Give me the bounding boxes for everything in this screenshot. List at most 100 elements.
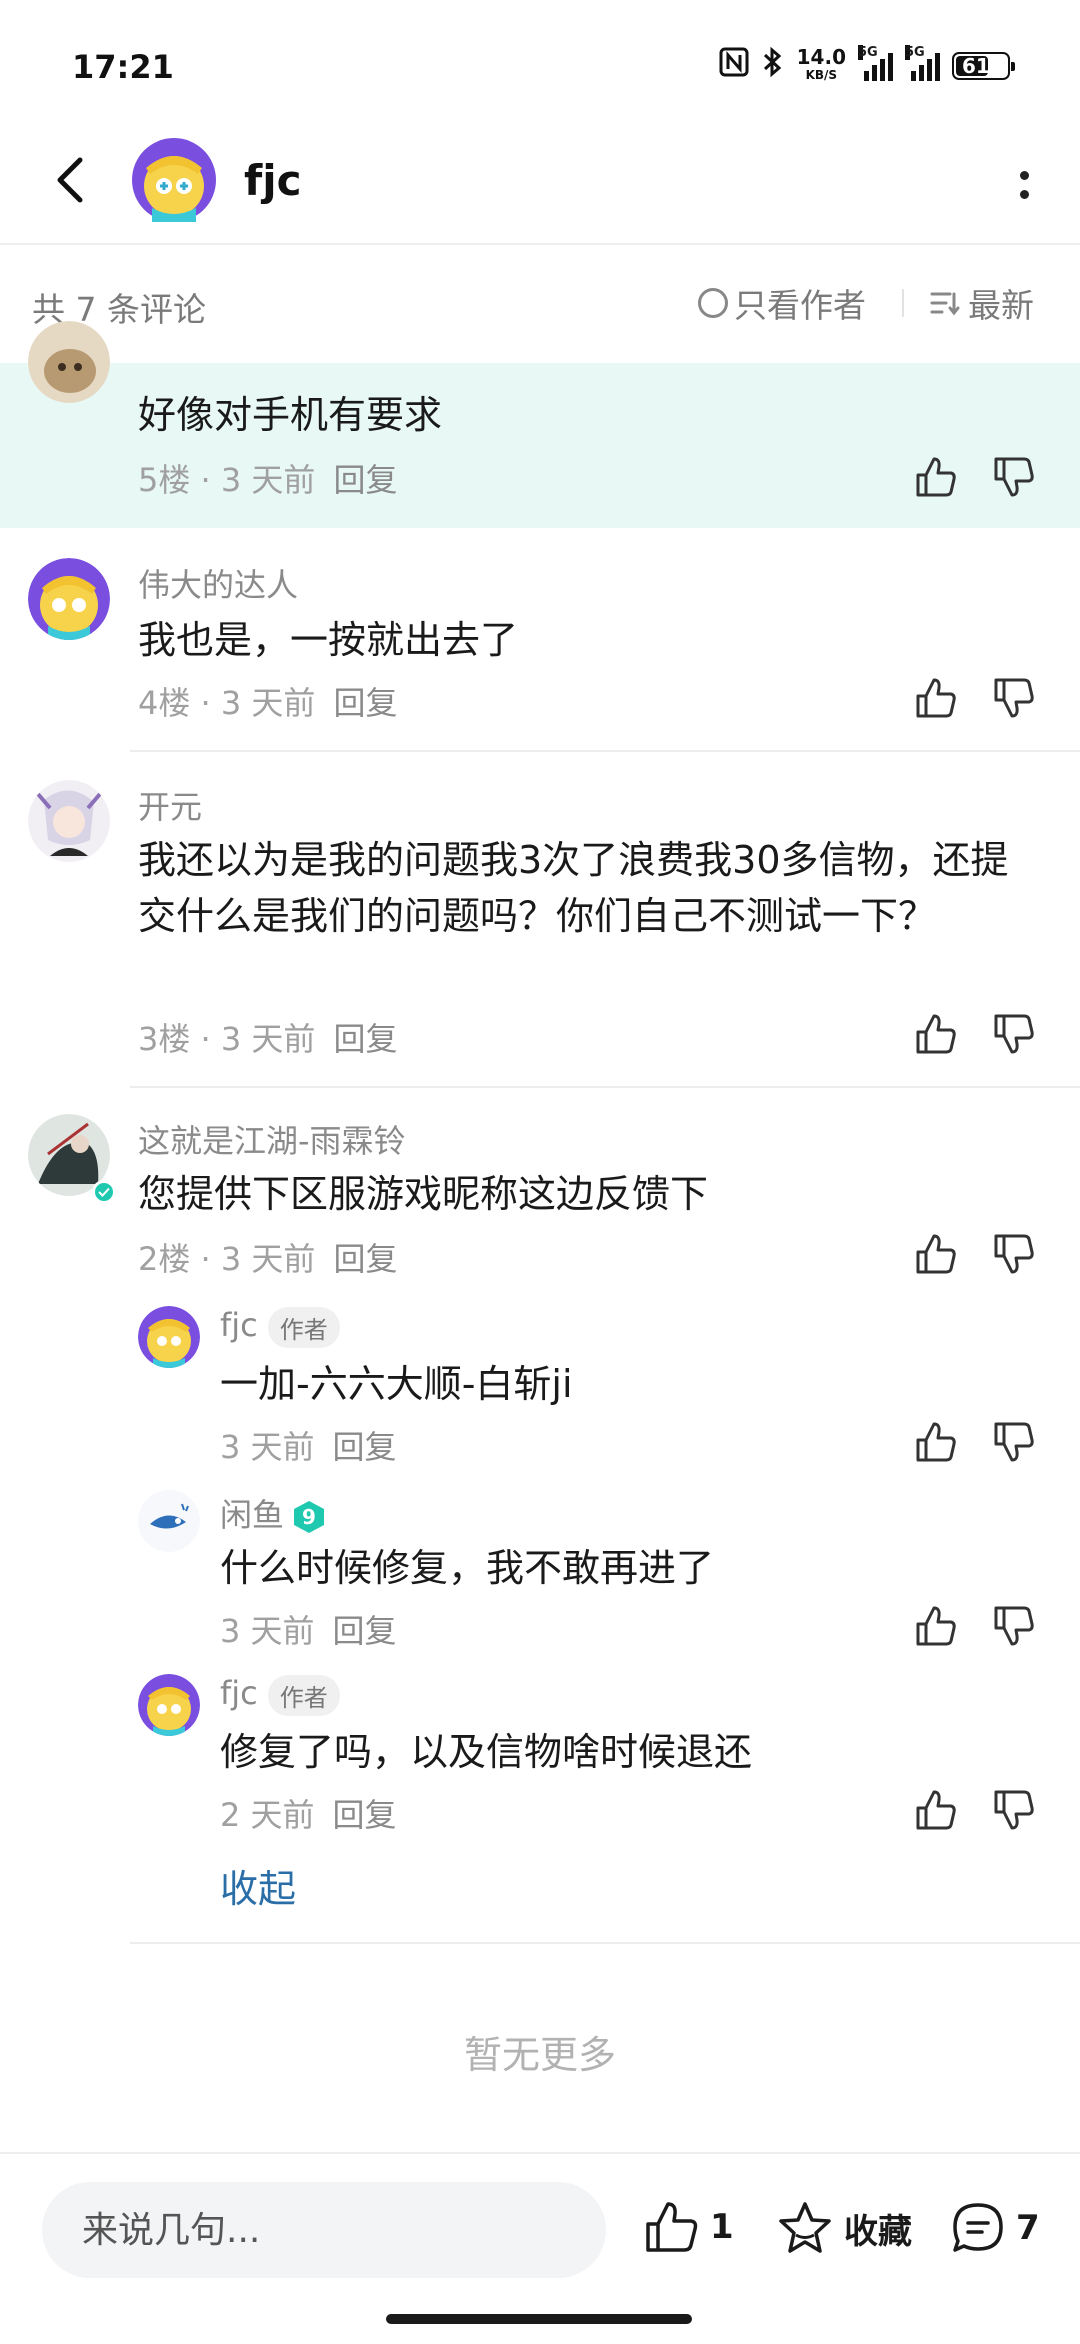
network-speed: 14.0 KB/S bbox=[797, 47, 846, 84]
like-button[interactable] bbox=[914, 1788, 962, 1836]
signal-5g-icon-2: 5G bbox=[905, 44, 940, 81]
signal-tag: 5G bbox=[905, 44, 925, 60]
like-button[interactable] bbox=[914, 455, 962, 503]
avatar[interactable] bbox=[138, 1490, 200, 1552]
sort-icon bbox=[930, 292, 960, 316]
comment-meta: 3楼 · 3 天前 回复 bbox=[138, 1020, 398, 1058]
avatar[interactable] bbox=[132, 138, 216, 222]
floor-number: 2楼 bbox=[138, 1240, 191, 1278]
avatar[interactable] bbox=[138, 1306, 200, 1368]
avatar[interactable] bbox=[28, 780, 110, 862]
reply-time: 2 天前 bbox=[220, 1796, 315, 1834]
thumbs-down-icon bbox=[994, 1606, 1034, 1646]
comment-item: 好像对手机有要求 5楼 · 3 天前 回复 bbox=[0, 321, 1080, 528]
reply-button[interactable]: 回复 bbox=[333, 461, 397, 499]
header: fjc bbox=[0, 130, 1080, 245]
home-indicator[interactable] bbox=[386, 2314, 692, 2324]
floor-number: 3楼 bbox=[138, 1020, 191, 1058]
reply-button[interactable]: 回复 bbox=[333, 1612, 397, 1650]
comments-button[interactable]: 7 bbox=[950, 2200, 1040, 2256]
reply-text: 一加-六六大顺-白斩ji bbox=[220, 1362, 573, 1406]
reply-button[interactable]: 回复 bbox=[333, 1428, 397, 1466]
comment-time: 3 天前 bbox=[220, 1240, 316, 1278]
dot bbox=[1019, 190, 1029, 199]
reply-time: 3 天前 bbox=[220, 1612, 315, 1650]
reply-button[interactable]: 回复 bbox=[333, 684, 397, 722]
comment-filter-bar: 共 7 条评论 只看作者 最新 bbox=[0, 245, 1080, 363]
comment-author[interactable]: 开元 bbox=[138, 782, 202, 828]
avatar[interactable] bbox=[28, 321, 110, 403]
reply-author-name[interactable]: fjc bbox=[220, 1306, 258, 1344]
status-icons: 14.0 KB/S 5G 5G 61 bbox=[719, 44, 1015, 85]
dislike-button[interactable] bbox=[992, 1604, 1040, 1652]
like-button[interactable] bbox=[914, 1232, 962, 1280]
back-button[interactable] bbox=[40, 150, 100, 210]
thumbs-up-icon bbox=[916, 457, 956, 497]
reply-author-name[interactable]: 闲鱼 bbox=[220, 1496, 284, 1534]
comment-time: 3 天前 bbox=[220, 1020, 316, 1058]
dislike-button[interactable] bbox=[992, 1788, 1040, 1836]
thumbs-down-icon bbox=[994, 1422, 1034, 1462]
thumbs-down-icon bbox=[994, 1790, 1034, 1830]
radio-circle-icon bbox=[698, 288, 728, 318]
dislike-button[interactable] bbox=[992, 1420, 1040, 1468]
level-badge: 9 bbox=[294, 1501, 325, 1533]
floor-number: 5楼 bbox=[138, 461, 191, 499]
like-post-button[interactable]: 1 bbox=[644, 2200, 734, 2254]
sort-button[interactable]: 最新 bbox=[930, 279, 1034, 327]
comment-text: 我还以为是我的问题我3次了浪费我30多信物，还提交什么是我们的问题吗？你们自己不… bbox=[138, 838, 1009, 938]
reply-button[interactable]: 回复 bbox=[333, 1020, 397, 1058]
dislike-button[interactable] bbox=[992, 676, 1040, 724]
like-button[interactable] bbox=[914, 1604, 962, 1652]
thumbs-up-icon bbox=[916, 1014, 956, 1054]
comment-meta: 4楼 · 3 天前 回复 bbox=[138, 684, 398, 722]
comment-bubble-icon bbox=[953, 2203, 1003, 2252]
dislike-button[interactable] bbox=[992, 455, 1040, 503]
thumbs-up-icon bbox=[916, 1790, 956, 1830]
comment-meta: 5楼 · 3 天前 回复 bbox=[138, 461, 398, 499]
reply-author-name[interactable]: fjc bbox=[220, 1674, 258, 1712]
dislike-button[interactable] bbox=[992, 1232, 1040, 1280]
reply-time: 3 天前 bbox=[220, 1428, 315, 1466]
avatar[interactable] bbox=[28, 558, 110, 640]
floor-number: 4楼 bbox=[138, 684, 191, 722]
favorite-button[interactable]: 收藏 bbox=[776, 2200, 912, 2256]
nfc-icon bbox=[719, 47, 749, 84]
thumbs-up-icon bbox=[916, 678, 956, 718]
like-button[interactable] bbox=[914, 676, 962, 724]
status-time: 17:21 bbox=[72, 48, 174, 86]
reply-button[interactable]: 回复 bbox=[333, 1240, 397, 1278]
collapse-replies-button[interactable]: 收起 bbox=[220, 1858, 296, 1913]
like-button[interactable] bbox=[914, 1420, 962, 1468]
dislike-button[interactable] bbox=[992, 1012, 1040, 1060]
thumbs-down-icon bbox=[994, 1014, 1034, 1054]
comment-time: 3 天前 bbox=[220, 684, 316, 722]
comment-meta: 2楼 · 3 天前 回复 bbox=[138, 1240, 398, 1278]
status-bar: 17:21 14.0 KB/S 5G 5G 61 bbox=[0, 0, 1080, 130]
reply-meta: 2 天前 回复 bbox=[220, 1790, 397, 1836]
divider bbox=[130, 1942, 1080, 1944]
reply-text: 什么时候修复，我不敢再进了 bbox=[220, 1546, 715, 1590]
thumbs-up-icon bbox=[916, 1234, 956, 1274]
avatar[interactable] bbox=[138, 1674, 200, 1736]
reply-author: fjc 作者 bbox=[220, 1306, 340, 1348]
divider bbox=[902, 289, 904, 317]
reply-button[interactable]: 回复 bbox=[333, 1796, 397, 1834]
more-options-button[interactable] bbox=[1004, 160, 1044, 210]
author-badge: 作者 bbox=[267, 1306, 340, 1348]
comment-time: 3 天前 bbox=[220, 461, 316, 499]
comment-text: 您提供下区服游戏昵称这边反馈下 bbox=[138, 1172, 709, 1216]
thumbs-down-icon bbox=[994, 457, 1034, 497]
reply-meta: 3 天前 回复 bbox=[220, 1422, 397, 1468]
page-title: fjc bbox=[244, 156, 302, 205]
thumbs-up-icon bbox=[646, 2202, 698, 2252]
comment-author[interactable]: 伟大的达人 bbox=[138, 560, 298, 606]
thumbs-up-icon bbox=[916, 1606, 956, 1646]
star-icon bbox=[779, 2202, 831, 2253]
comment-text: 好像对手机有要求 bbox=[138, 393, 443, 437]
like-button[interactable] bbox=[914, 1012, 962, 1060]
comment-author[interactable]: 这就是江湖-雨霖铃 bbox=[138, 1116, 406, 1162]
thumbs-up-icon bbox=[916, 1422, 956, 1462]
only-author-toggle[interactable]: 只看作者 bbox=[698, 279, 866, 327]
comment-input[interactable] bbox=[42, 2182, 606, 2278]
